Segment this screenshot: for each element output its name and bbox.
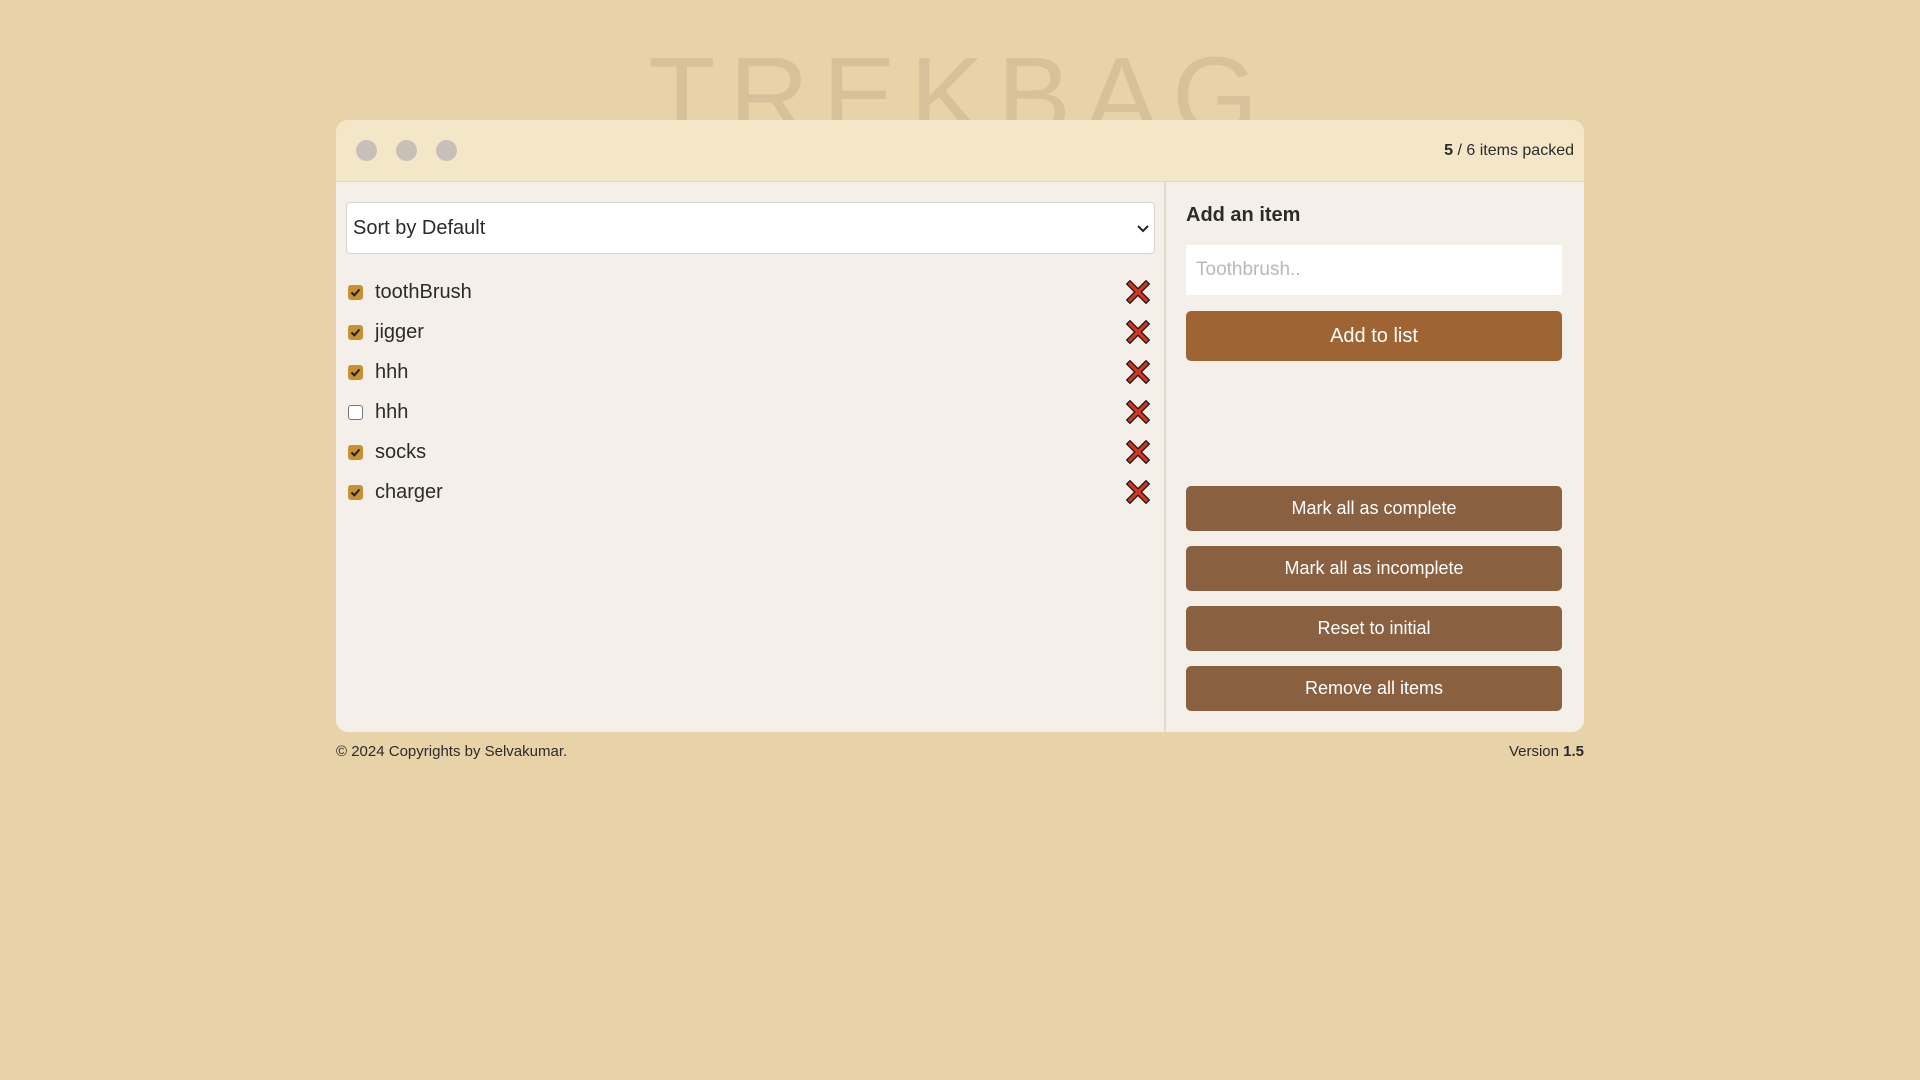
- item-label: toothBrush: [375, 280, 472, 303]
- close-x-icon[interactable]: [1126, 280, 1150, 304]
- window-dot-2: [396, 140, 417, 161]
- item-label: jigger: [375, 320, 424, 343]
- app-body: Sort by Default toothBrush jigger hhh hhh so…: [336, 182, 1584, 732]
- copyright-text: © 2024 Copyrights by Selvakumar.: [336, 743, 568, 760]
- item-label: socks: [375, 440, 427, 463]
- close-x-icon[interactable]: [1126, 400, 1150, 424]
- close-x-icon[interactable]: [1126, 480, 1150, 504]
- item-checkbox[interactable]: [348, 404, 363, 420]
- close-x-icon[interactable]: [1126, 440, 1150, 464]
- reset-to-initial-button[interactable]: Reset to initial: [1186, 606, 1562, 651]
- window-header: 5 / 6 items packed: [336, 120, 1584, 182]
- item-list-panel: Sort by Default toothBrush jigger hhh hhh so…: [336, 182, 1166, 732]
- mark-all-complete-button[interactable]: Mark all as complete: [1186, 486, 1562, 531]
- list-item: socks: [346, 432, 1152, 472]
- footer: © 2024 Copyrights by Selvakumar. Version…: [336, 743, 1584, 760]
- version-number: 1.5: [1563, 743, 1584, 760]
- list-item: toothBrush: [346, 272, 1152, 312]
- add-item-input[interactable]: [1186, 245, 1562, 295]
- list-item: charger: [346, 472, 1152, 512]
- sort-select-value: Sort by Default: [353, 216, 486, 239]
- window-dot-3: [436, 140, 457, 161]
- app-logo: TREKBAG: [648, 42, 1272, 120]
- list-item: hhh: [346, 352, 1152, 392]
- item-checkbox[interactable]: [348, 284, 363, 300]
- check-icon: [350, 288, 361, 297]
- close-x-icon[interactable]: [1126, 320, 1150, 344]
- check-icon: [350, 328, 361, 337]
- item-checkbox[interactable]: [348, 324, 363, 340]
- list-item: hhh: [346, 392, 1152, 432]
- item-checkbox[interactable]: [348, 364, 363, 380]
- packed-total-text: / 6 items packed: [1453, 141, 1574, 159]
- item-label: charger: [375, 480, 443, 503]
- sidebar-panel: Add an item Add to list Mark all as comp…: [1166, 182, 1582, 732]
- check-icon: [350, 368, 361, 377]
- version-label: Version: [1508, 743, 1564, 760]
- list-item: jigger: [346, 312, 1152, 352]
- window-dot-1: [356, 140, 377, 161]
- item-checkbox[interactable]: [348, 484, 363, 500]
- remove-all-items-button[interactable]: Remove all items: [1186, 666, 1562, 711]
- add-item-heading: Add an item: [1186, 204, 1301, 226]
- check-icon: [350, 448, 361, 457]
- close-x-icon[interactable]: [1126, 360, 1150, 384]
- add-to-list-button[interactable]: Add to list: [1186, 311, 1562, 361]
- packed-count: 5: [1444, 141, 1454, 159]
- app-window: 5 / 6 items packed Sort by Default tooth…: [336, 120, 1584, 732]
- check-icon: [350, 488, 361, 497]
- item-list: toothBrush jigger hhh hhh socks charger: [346, 272, 1152, 512]
- item-checkbox[interactable]: [348, 444, 363, 460]
- version-info: Version 1.5: [1509, 743, 1584, 760]
- item-label: hhh: [375, 400, 409, 423]
- bulk-actions: Mark all as complete Mark all as incompl…: [1186, 486, 1562, 711]
- chevron-down-icon: [1137, 225, 1149, 233]
- mark-all-incomplete-button[interactable]: Mark all as incomplete: [1186, 546, 1562, 591]
- packed-counter: 5 / 6 items packed: [1444, 142, 1574, 160]
- sort-select[interactable]: Sort by Default: [346, 202, 1155, 254]
- item-label: hhh: [375, 360, 409, 383]
- window-dots: [356, 140, 457, 161]
